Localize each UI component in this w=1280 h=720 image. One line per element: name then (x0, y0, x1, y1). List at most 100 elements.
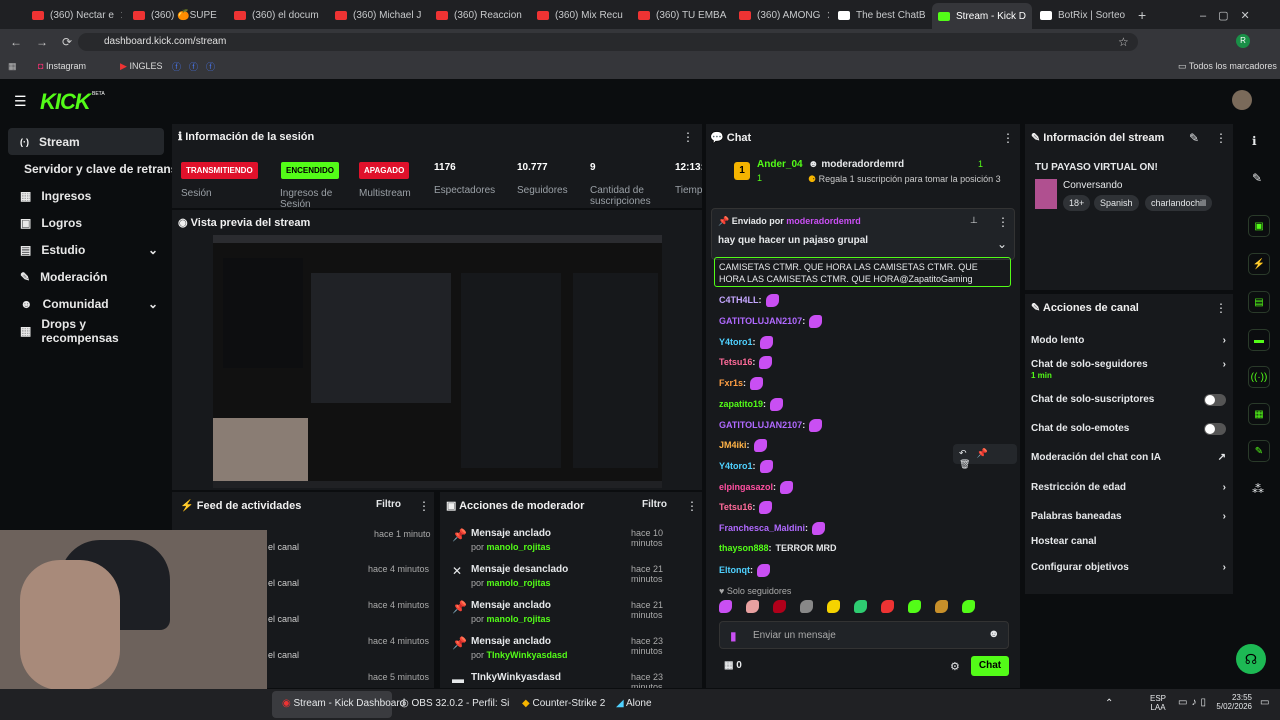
tab-9[interactable]: The best ChatB✕ (838, 4, 930, 26)
taskbar-app-alone[interactable]: ◢ Alone (616, 698, 652, 709)
action-banned-words[interactable]: Palabras baneadas › (1031, 511, 1226, 522)
emote-icon[interactable] (746, 600, 759, 613)
action-ai-moderation[interactable]: Moderación del chat con IA ↗ (1031, 452, 1226, 463)
chat-message[interactable]: Tetsu16: (719, 501, 773, 514)
emote-icon[interactable] (827, 600, 840, 613)
apps-icon[interactable]: ▦ (8, 61, 17, 72)
chat-message[interactable]: elpingasazol: (719, 481, 794, 494)
url-input[interactable]: dashboard.kick.com/stream (78, 33, 1138, 51)
tab-4[interactable]: (360) Michael J✕ (335, 4, 425, 26)
tab-kick-dashboard[interactable]: Stream - Kick D✕ (932, 3, 1032, 29)
language-indicator[interactable]: ESP LAA (1150, 694, 1166, 712)
chat-message[interactable]: GATITOLUJAN2107: (719, 419, 823, 432)
chat-input[interactable]: ▮ Enviar un mensaje ☻ (719, 621, 1009, 649)
emote-icon[interactable] (962, 600, 975, 613)
sidebar-item-ingresos[interactable]: ▦ Ingresos (8, 182, 164, 209)
lightning-icon[interactable]: ⚡ (1248, 253, 1270, 275)
close-icon[interactable]: ✕ (1131, 9, 1132, 22)
close-icon[interactable]: ✕ (826, 9, 829, 22)
filter-button[interactable]: Filtro (376, 499, 401, 510)
action-set-goals[interactable]: Configurar objetivos › (1031, 562, 1226, 573)
info-icon[interactable]: ℹ (1252, 134, 1257, 148)
chevron-up-icon[interactable]: ⌃ (1105, 698, 1113, 709)
action-emotes-only[interactable]: Chat de solo-emotes (1031, 423, 1226, 435)
taskbar-app-chrome[interactable]: ◉ Stream - Kick Dashboard (282, 698, 405, 709)
sidebar-item-estudio[interactable]: ▤ Estudio ⌄ (8, 236, 164, 263)
chat-username[interactable]: C4TH4LL (719, 295, 759, 305)
more-icon[interactable]: ⋮ (997, 215, 1009, 229)
clip-icon[interactable]: ▣ (1248, 215, 1270, 237)
emote-icon[interactable] (935, 600, 948, 613)
more-icon[interactable]: ⋮ (686, 499, 698, 513)
chat-username[interactable]: Eltonqt (719, 565, 750, 575)
window-controls[interactable]: –▢✕ (1200, 4, 1270, 26)
chat-message[interactable]: Franchesca_Maldini: (719, 522, 826, 535)
stream-preview-video[interactable] (213, 235, 662, 488)
system-tray-icons[interactable]: ▭♪▯ (1178, 697, 1210, 708)
tab-8[interactable]: (360) AMONG✕ (739, 4, 829, 26)
gift-icon[interactable]: ▦ (1248, 403, 1270, 425)
emote-icon[interactable] (881, 600, 894, 613)
emote-icon[interactable] (719, 600, 732, 613)
integrations-icon[interactable]: ⁂ (1252, 482, 1264, 496)
menu-icon[interactable]: ☰ (14, 93, 27, 110)
tab-1[interactable]: (360) Nectar e✕ (32, 4, 122, 26)
action-followers-only[interactable]: Chat de solo-seguidores 1 min › (1031, 359, 1226, 381)
unpin-icon[interactable]: ⊥ (970, 215, 978, 226)
chat-username[interactable]: elpingasazol (719, 482, 773, 492)
chat-message[interactable]: Y4toro1: (719, 336, 773, 349)
close-icon[interactable]: ✕ (120, 9, 122, 22)
sidebar-item-server[interactable]: Servidor y clave de retransmisión (8, 155, 178, 182)
profile-avatar[interactable]: R (1236, 34, 1250, 48)
more-icon[interactable]: ⋮ (1002, 131, 1014, 145)
edit-icon[interactable]: ✎ (1189, 131, 1199, 145)
chat-message[interactable]: GATITOLUJAN2107: (719, 315, 823, 328)
sidebar-item-moderacion[interactable]: ✎ Moderación (8, 263, 164, 290)
pinned-message[interactable]: 📌 Enviado por moderadordemrd ⊥ ⋮ hay que… (711, 208, 1015, 260)
facebook-icon[interactable]: ⓕⓕⓕ (172, 60, 223, 73)
toggle-switch[interactable] (1204, 423, 1226, 435)
user-avatar[interactable] (1232, 90, 1252, 110)
emote-icon[interactable] (908, 600, 921, 613)
bookmark-ingles[interactable]: ▶ INGLES (120, 61, 162, 72)
chat-username[interactable]: thayson888 (719, 543, 769, 553)
action-slow-mode[interactable]: Modo lento › (1031, 335, 1226, 346)
chat-username[interactable]: Tetsu16 (719, 502, 752, 512)
chat-username[interactable]: JM4iki (719, 440, 747, 450)
tab-botrix[interactable]: BotRix | Sorteo✕ (1040, 4, 1132, 26)
chat-message[interactable]: Tetsu16: (719, 356, 773, 369)
gift-prompt[interactable]: ⚈ Regala 1 suscripción para tomar la pos… (808, 174, 1001, 185)
chat-message[interactable]: C4TH4LL: (719, 294, 779, 307)
chat-message[interactable]: thayson888: TERROR MRD (719, 543, 837, 553)
clock[interactable]: 23:55 5/02/2026 (1212, 693, 1252, 711)
new-tab-button[interactable]: + (1138, 4, 1152, 26)
emoji-icon[interactable]: ☻ (988, 628, 1000, 640)
chat-username[interactable]: Y4toro1 (719, 461, 753, 471)
chat-icon[interactable]: ▬ (1248, 329, 1270, 351)
tab-2[interactable]: (360) 🍊SUPE✕ (133, 4, 223, 26)
tab-6[interactable]: (360) Mix Recu✕ (537, 4, 627, 26)
send-chat-button[interactable]: Chat (971, 656, 1009, 676)
chat-message[interactable]: zapatito19: (719, 398, 784, 411)
all-bookmarks[interactable]: ▭ Todos los marcadores (1178, 61, 1277, 72)
wrench-icon[interactable]: ✎ (1248, 440, 1270, 462)
star-icon[interactable]: ☆ (1118, 35, 1129, 49)
sidebar-item-stream[interactable]: (·) Stream (8, 128, 164, 155)
more-icon[interactable]: ⋮ (1215, 131, 1227, 145)
chevron-down-icon[interactable]: ⌄ (997, 237, 1007, 251)
chat-username[interactable]: Fxr1s (719, 378, 743, 388)
taskbar-app-cs2[interactable]: ◆ Counter-Strike 2 (522, 698, 605, 709)
settings-icon[interactable]: ⚙ (950, 660, 960, 673)
support-icon[interactable]: ☊ (1236, 644, 1266, 674)
chat-username[interactable]: Tetsu16 (719, 357, 752, 367)
action-host-channel[interactable]: Hostear canal (1031, 536, 1226, 547)
tab-3[interactable]: (360) el docum✕ (234, 4, 324, 26)
action-age-restriction[interactable]: Restricción de edad › (1031, 482, 1226, 493)
toggle-switch[interactable] (1204, 394, 1226, 406)
broadcast-icon[interactable]: ((·)) (1248, 366, 1270, 388)
chat-username[interactable]: Y4toro1 (719, 337, 753, 347)
action-subscribers-only[interactable]: Chat de solo-suscriptores (1031, 394, 1226, 406)
poll-icon[interactable]: ▤ (1248, 291, 1270, 313)
more-icon[interactable]: ⋮ (1215, 301, 1227, 315)
filter-button[interactable]: Filtro (642, 499, 667, 510)
